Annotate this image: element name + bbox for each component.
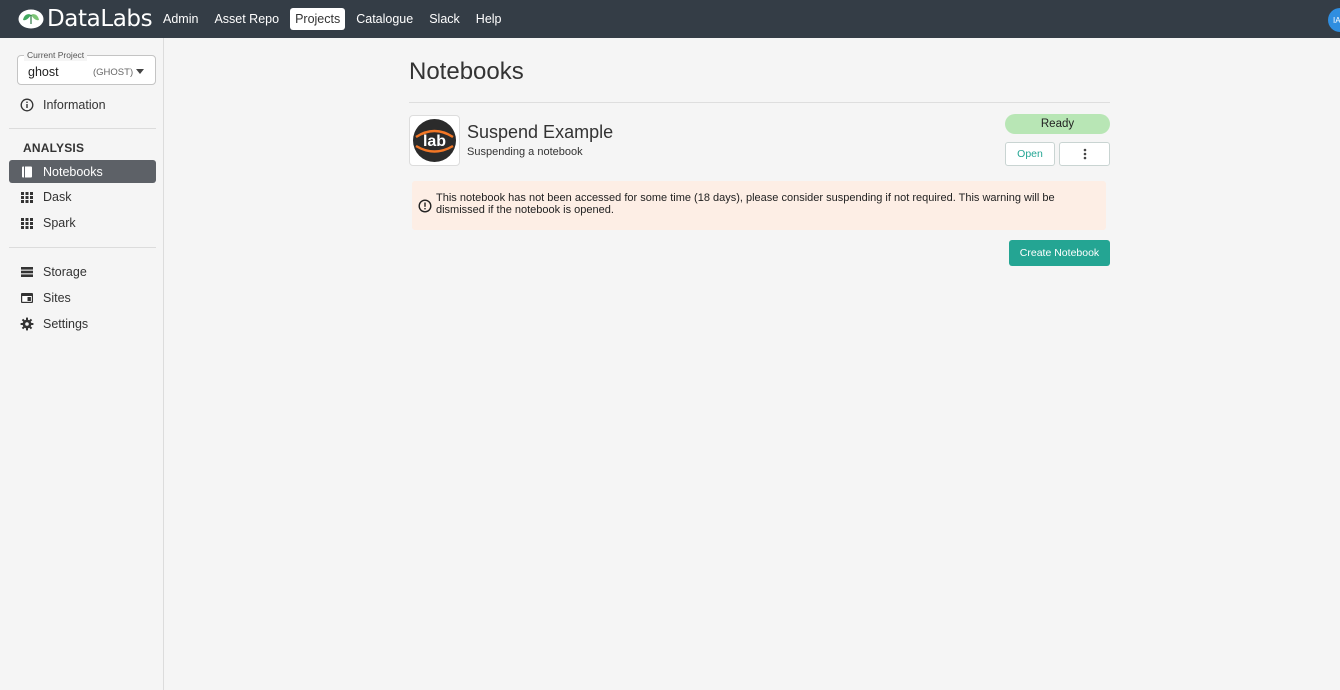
brand[interactable]: DataLabs [18,6,154,32]
project-key: (GHOST) [93,67,134,78]
user-avatar[interactable]: IA [1328,8,1340,32]
page-title: Notebooks [409,58,524,85]
nav-asset-repo[interactable]: Asset Repo [209,8,284,30]
sidebar-item-settings[interactable]: Settings [9,312,156,335]
current-project-select[interactable]: Current Project ghost (GHOST) [17,49,156,85]
nav-catalogue[interactable]: Catalogue [351,8,418,30]
brand-name: DataLabs [47,6,153,32]
sidebar-item-notebooks[interactable]: Notebooks [9,160,156,183]
info-icon [20,98,34,111]
nav-admin[interactable]: Admin [158,8,203,30]
status-badge: Ready [1005,114,1110,134]
sidebar-item-label: Dask [43,189,72,204]
logo-text: lab [423,133,446,150]
leaf-logo-icon [18,9,44,29]
nav-help[interactable]: Help [471,8,507,30]
sidebar-item-label: Settings [43,316,89,331]
notebook-description: Suspending a notebook [467,146,583,158]
sites-icon [21,292,33,303]
analysis-heading: ANALYSIS [23,141,85,155]
open-button[interactable]: Open [1005,142,1055,166]
chevron-down-icon [136,69,144,74]
sidebar-divider [9,128,156,129]
top-navigation-bar: DataLabs Admin Asset Repo Projects Catal… [0,0,1340,38]
create-notebook-button[interactable]: Create Notebook [1009,240,1110,266]
open-button-label: Open [1017,148,1043,160]
current-project-label: Current Project [24,49,88,61]
sidebar-item-label: Spark [43,215,76,230]
sidebar: Current Project ghost (GHOST) Informatio… [9,38,164,690]
grid-icon [21,217,33,229]
gear-icon [20,317,34,330]
sidebar-item-sites[interactable]: Sites [9,286,156,309]
more-actions-button[interactable] [1059,142,1110,166]
title-divider [409,102,1110,103]
jupyterlab-logo: lab [409,115,460,166]
notebook-icon [22,166,32,177]
notebook-name: Suspend Example [467,122,614,142]
project-name: ghost [28,65,59,79]
warning-icon [418,199,432,213]
sidebar-item-storage[interactable]: Storage [9,260,156,283]
jupyterlab-icon: lab [413,119,456,162]
sidebar-item-label: Sites [43,290,71,305]
user-initials: IA [1333,15,1340,25]
sidebar-item-information[interactable]: Information [9,93,156,116]
main-nav: Admin Asset Repo Projects Catalogue Slac… [158,8,513,30]
status-text: Ready [1040,118,1075,130]
inactivity-warning: This notebook has not been accessed for … [412,181,1106,230]
sidebar-divider [9,247,156,248]
nav-projects[interactable]: Projects [290,8,346,30]
sidebar-item-spark[interactable]: Spark [9,211,156,234]
sidebar-item-label: Information [43,97,106,112]
sidebar-item-dask[interactable]: Dask [9,185,156,208]
sidebar-item-label: Notebooks [43,164,103,179]
more-vertical-icon [1083,148,1086,160]
nav-slack[interactable]: Slack [424,8,465,30]
create-notebook-label: Create Notebook [1019,247,1100,259]
grid-icon [21,191,33,203]
sidebar-item-label: Storage [43,264,87,279]
warning-text: This notebook has not been accessed for … [436,192,1055,216]
storage-icon [21,266,33,277]
